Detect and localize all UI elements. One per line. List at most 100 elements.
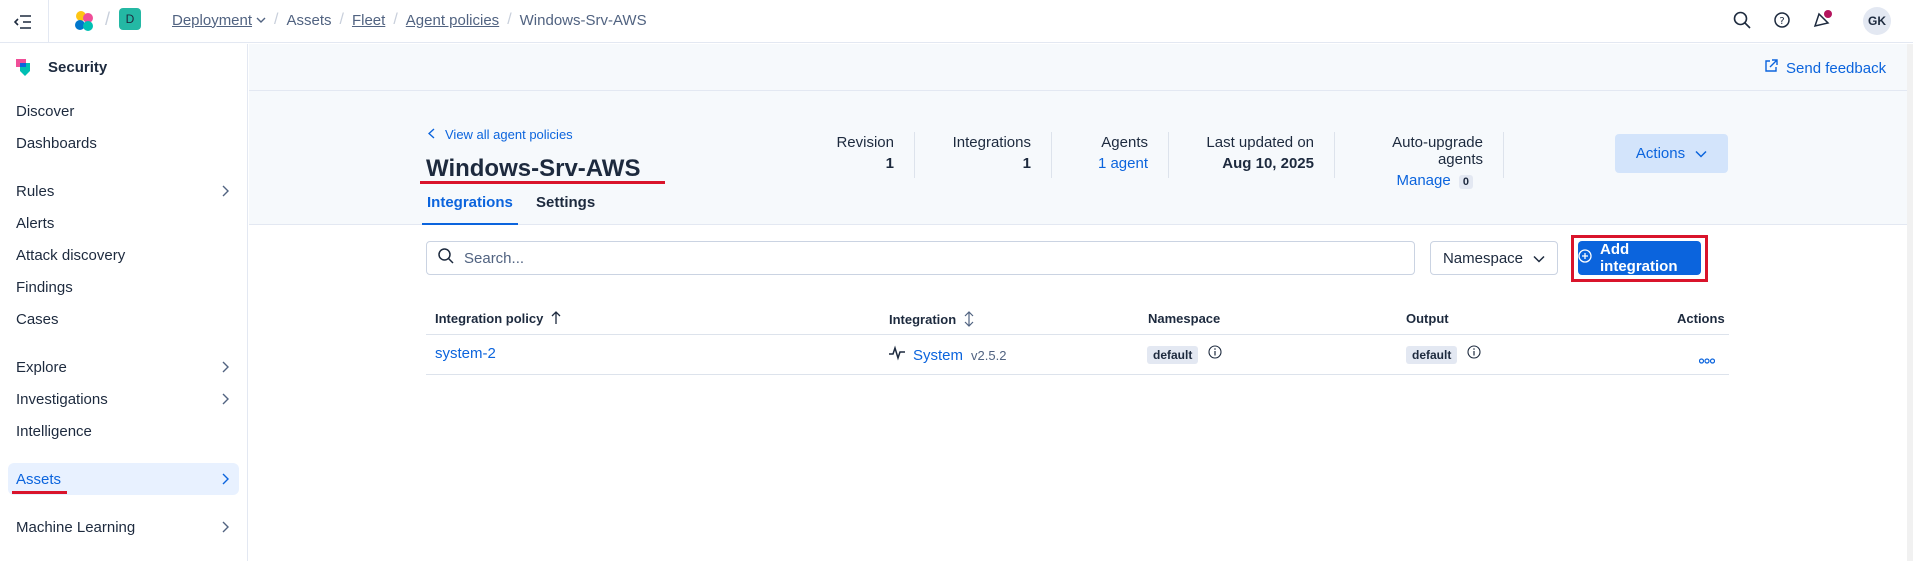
sidebar-item-discover[interactable]: Discover (8, 95, 239, 127)
header-label: Integration policy (435, 311, 544, 326)
add-integration-button[interactable]: Add integration (1578, 241, 1701, 275)
search-input[interactable]: Search... (426, 241, 1415, 275)
sidebar-item-label: Assets (16, 470, 62, 488)
stat-last-updated: Last updated on Aug 10, 2025 (1179, 134, 1314, 172)
sidebar-item-label: Explore (16, 358, 67, 376)
breadcrumb-deployment[interactable]: Deployment (172, 12, 252, 29)
tab-integrations[interactable]: Integrations (422, 194, 518, 225)
policy-name-link[interactable]: system-2 (435, 345, 496, 362)
sidebar-item-alerts[interactable]: Alerts (8, 207, 239, 239)
integration-cell: System v2.5.2 (889, 345, 1006, 366)
namespace-label: Namespace (1442, 249, 1524, 267)
table-row: system-2 System v2.5.2 default default (426, 335, 1729, 375)
svg-text:?: ? (1779, 16, 1784, 27)
sidebar-item-attack-discovery[interactable]: Attack discovery (8, 239, 239, 271)
chevron-left-icon (427, 127, 435, 142)
stat-label: Revision (836, 134, 894, 151)
plus-circle-icon (1578, 249, 1592, 267)
chevron-down-icon[interactable] (256, 11, 266, 29)
search-icon[interactable] (1733, 11, 1751, 34)
sidebar-item-rules[interactable]: Rules (8, 175, 239, 207)
scrollbar[interactable] (1907, 44, 1913, 561)
stat-value: Aug 10, 2025 (1222, 155, 1314, 172)
space-avatar[interactable]: D (119, 8, 141, 30)
elastic-logo-icon[interactable] (72, 9, 96, 33)
sidebar-item-label: Findings (16, 278, 73, 296)
breadcrumb-agent-policies[interactable]: Agent policies (406, 12, 499, 29)
security-logo-icon (14, 57, 32, 82)
tab-settings[interactable]: Settings (536, 194, 595, 225)
send-feedback-link[interactable]: Send feedback (1764, 59, 1886, 77)
sidebar-item-label: Discover (16, 102, 75, 120)
stat-integrations: Integrations 1 (921, 134, 1031, 172)
divider (1334, 132, 1335, 178)
breadcrumb-fleet[interactable]: Fleet (352, 12, 385, 29)
annotation-underline (12, 491, 67, 494)
stat-label: Auto-upgrade agents (1392, 134, 1483, 168)
divider (1503, 132, 1504, 178)
sortable-icon (964, 311, 974, 330)
output-badge: default (1406, 345, 1458, 364)
back-link-label: View all agent policies (445, 127, 573, 142)
chevron-right-icon (221, 520, 229, 537)
stat-label: Agents (1101, 134, 1148, 151)
sidebar-item-intelligence[interactable]: Intelligence (8, 415, 239, 447)
count-badge: 0 (1458, 175, 1473, 189)
add-integration-label: Add integration (1600, 241, 1678, 275)
annotation-underline (420, 181, 665, 184)
namespace-filter-button[interactable]: Namespace (1430, 241, 1558, 275)
search-icon (438, 247, 454, 269)
top-bar: / D Deployment / Assets / Fleet / Agent … (0, 0, 1913, 43)
column-header-actions: Actions (1677, 311, 1725, 326)
info-icon[interactable] (1208, 345, 1222, 364)
tab-label: Integrations (427, 194, 513, 211)
sidebar-title: Security (48, 59, 108, 76)
column-header-output: Output (1406, 311, 1449, 326)
integration-version: v2.5.2 (971, 348, 1007, 363)
main-content: Send feedback View all agent policies Wi… (249, 44, 1913, 561)
namespace-badge: default (1147, 345, 1199, 364)
column-header-policy[interactable]: Integration policy (435, 311, 561, 328)
actions-button[interactable]: Actions (1615, 134, 1728, 173)
sidebar-item-dashboards[interactable]: Dashboards (8, 127, 239, 159)
sidebar-item-label: Cases (16, 310, 59, 328)
external-link-icon (1764, 59, 1778, 77)
agents-link[interactable]: 1 agent (1061, 155, 1148, 172)
sidebar-item-investigations[interactable]: Investigations (8, 383, 239, 415)
stat-revision: Revision 1 (784, 134, 894, 172)
collapse-nav-icon[interactable] (12, 12, 34, 32)
sidebar-item-machine-learning[interactable]: Machine Learning (8, 511, 239, 543)
news-icon[interactable] (1811, 9, 1833, 36)
sidebar-item-cases[interactable]: Cases (8, 303, 239, 335)
namespace-cell: default (1147, 345, 1222, 364)
column-header-namespace: Namespace (1148, 311, 1221, 326)
stat-label: Last updated on (1206, 134, 1314, 151)
sort-up-icon (551, 311, 561, 328)
chevron-right-icon (221, 360, 229, 377)
sidebar-item-findings[interactable]: Findings (8, 271, 239, 303)
feedback-bar (249, 44, 1913, 91)
stat-agents: Agents 1 agent (1061, 134, 1148, 172)
sidebar-item-label: Dashboards (16, 134, 97, 152)
sidebar-item-label: Intelligence (16, 422, 92, 440)
sidebar-item-explore[interactable]: Explore (8, 351, 239, 383)
tab-label: Settings (536, 194, 596, 211)
integration-link[interactable]: System (913, 347, 963, 364)
manage-link[interactable]: Manage (1396, 172, 1450, 189)
stat-auto-upgrade: Auto-upgrade agents Manage 0 (1344, 134, 1483, 189)
divider (1168, 132, 1169, 178)
chevron-right-icon (221, 392, 229, 409)
chevron-right-icon (221, 184, 229, 201)
sidebar-item-label: Machine Learning (16, 518, 136, 536)
avatar[interactable]: GK (1863, 7, 1891, 35)
sidebar-item-label: Alerts (16, 214, 55, 232)
sidebar-item-label: Rules (16, 182, 55, 200)
help-icon[interactable]: ? (1773, 11, 1791, 34)
breadcrumb-assets: Assets (286, 11, 332, 29)
info-icon[interactable] (1467, 345, 1481, 364)
back-link[interactable]: View all agent policies (427, 127, 573, 142)
row-actions-icon[interactable] (1698, 351, 1716, 369)
page-title: Windows-Srv-AWS (426, 155, 641, 182)
column-header-integration[interactable]: Integration (889, 311, 974, 330)
breadcrumb-current: Windows-Srv-AWS (519, 11, 647, 29)
